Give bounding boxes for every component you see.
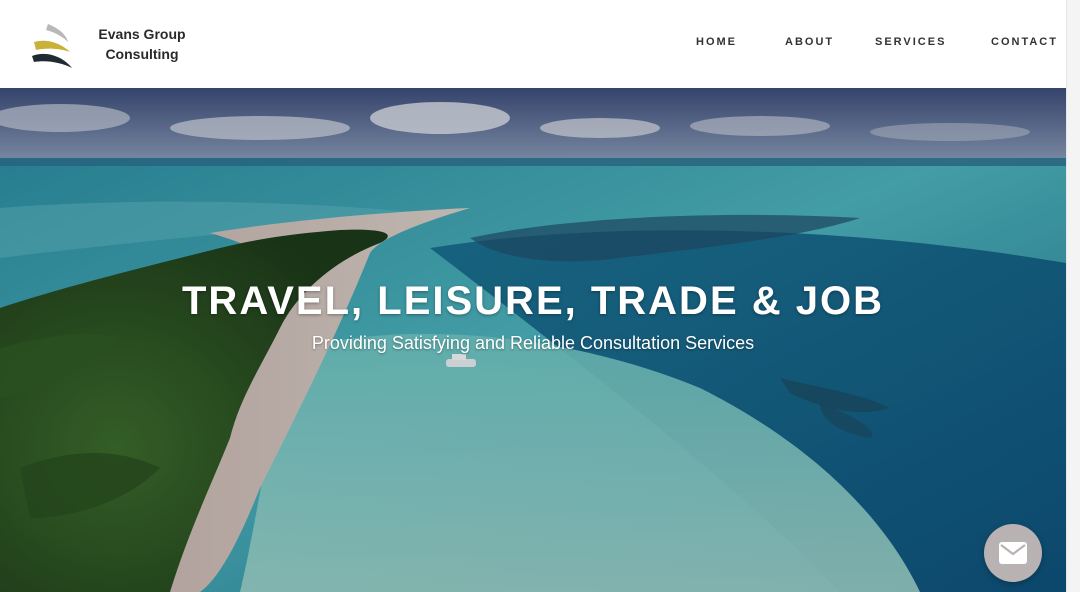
brand-name-line1: Evans Group (98, 26, 186, 42)
envelope-icon (999, 542, 1027, 564)
nav-about[interactable]: ABOUT (785, 36, 834, 52)
hero-title: TRAVEL, LEISURE, TRADE & JOB (182, 279, 884, 323)
contact-message-button[interactable] (984, 524, 1042, 582)
hero-section: TRAVEL, LEISURE, TRADE & JOB Providing S… (0, 88, 1066, 592)
page: Evans Group Consulting HOME ABOUT SERVIC… (0, 0, 1066, 592)
nav-contact[interactable]: CONTACT (991, 36, 1058, 52)
hero-subtitle: Providing Satisfying and Reliable Consul… (311, 333, 755, 353)
brand-name-line2: Consulting (105, 46, 179, 62)
page-scrollbar[interactable] (1066, 0, 1080, 592)
brand-name[interactable]: Evans Group Consulting (92, 24, 192, 64)
nav-home[interactable]: HOME (696, 36, 737, 52)
brand-logo-icon[interactable] (28, 20, 76, 72)
site-header: Evans Group Consulting HOME ABOUT SERVIC… (0, 0, 1066, 88)
nav-services[interactable]: SERVICES (875, 36, 946, 52)
